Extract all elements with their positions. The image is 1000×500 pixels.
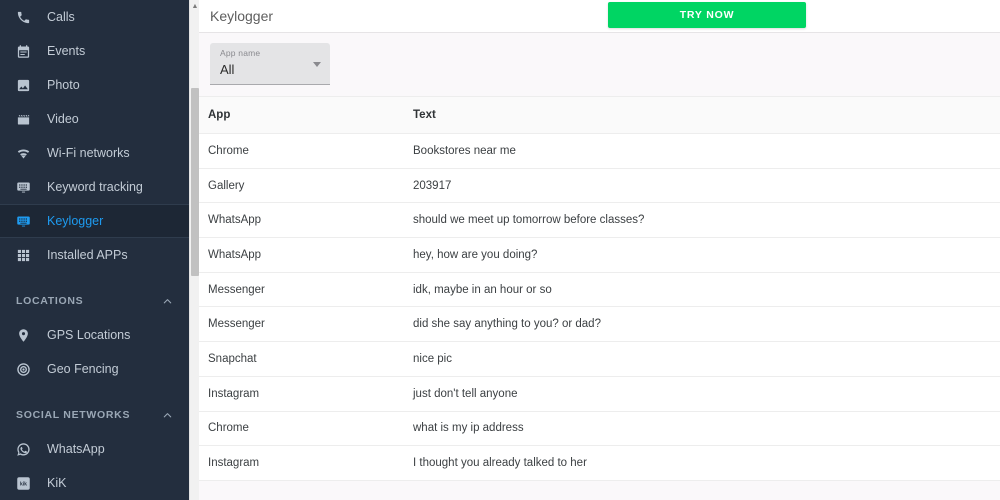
cell-app: Messenger: [208, 283, 265, 296]
grid-apps-icon: [8, 248, 38, 263]
whatsapp-icon: [8, 442, 38, 457]
sidebar-item-label: GPS Locations: [47, 328, 131, 342]
video-icon: [8, 112, 38, 127]
sidebar-item-label: Wi-Fi networks: [47, 146, 130, 160]
table-row[interactable]: Chrome Bookstores near me: [189, 134, 1000, 169]
cell-app: Gallery: [208, 179, 245, 192]
sidebar-item-label: Photo: [47, 78, 80, 92]
filter-bar: App name All: [189, 33, 1000, 96]
sidebar-item-label: Keylogger: [47, 214, 104, 228]
cell-app: WhatsApp: [208, 248, 262, 261]
sidebar-item-keylogger[interactable]: Keylogger: [0, 204, 189, 238]
keyboard-icon: [8, 214, 38, 229]
try-now-button[interactable]: TRY NOW: [608, 2, 806, 28]
sidebar: Calls Events Photo Video Wi-Fi networks Keywo…: [0, 0, 189, 500]
cell-app: Instagram: [208, 457, 260, 470]
app-name-select[interactable]: App name All: [210, 43, 330, 85]
cell-text: I thought you already talked to her: [413, 457, 587, 470]
table-row[interactable]: Snapchat nice pic: [189, 342, 1000, 377]
app-name-select-label: App name: [220, 48, 261, 58]
cell-app: Chrome: [208, 422, 249, 435]
sidebar-item-gps-locations[interactable]: GPS Locations: [0, 318, 189, 352]
cell-app: Chrome: [208, 144, 249, 157]
sidebar-item-geo-fencing[interactable]: Geo Fencing: [0, 352, 189, 386]
chevron-up-icon[interactable]: [162, 410, 173, 421]
cell-app: Snapchat: [208, 352, 257, 365]
page-title: Keylogger: [210, 8, 274, 24]
table-row[interactable]: Gallery 203917: [189, 168, 1000, 204]
sidebar-item-label: Installed APPs: [47, 248, 128, 262]
sidebar-item-keyword-tracking[interactable]: Keyword tracking: [0, 170, 189, 204]
table-row[interactable]: Instagram just don't tell anyone: [189, 376, 1000, 412]
calendar-icon: [8, 44, 38, 59]
sidebar-item-label: Events: [47, 44, 86, 58]
keylogger-dashboard: Calls Events Photo Video Wi-Fi networks Keywo…: [0, 0, 1000, 500]
kik-icon: kik: [8, 476, 38, 491]
sidebar-section-social-networks[interactable]: SOCIAL NETWORKS: [0, 398, 189, 432]
chevron-up-icon[interactable]: [162, 296, 173, 307]
phone-icon: [8, 10, 38, 25]
sidebar-scrollbar[interactable]: ▲: [189, 0, 199, 500]
top-bar: Keylogger TRY NOW: [189, 0, 1000, 33]
cell-text: 203917: [413, 179, 452, 192]
sidebar-item-label: Video: [47, 112, 79, 126]
sidebar-section-title: LOCATIONS: [16, 295, 84, 307]
sidebar-item-label: Geo Fencing: [47, 362, 119, 376]
target-icon: [8, 362, 38, 377]
cell-app: WhatsApp: [208, 214, 262, 227]
cell-text: should we meet up tomorrow before classe…: [413, 214, 645, 227]
cell-text: did she say anything to you? or dad?: [413, 318, 601, 331]
app-name-select-value: All: [220, 62, 235, 77]
cell-text: just don't tell anyone: [413, 387, 518, 400]
table-header-row: App Text: [189, 96, 1000, 134]
table-row[interactable]: Instagram I thought you already talked to…: [189, 446, 1000, 481]
cell-text: nice pic: [413, 352, 452, 365]
sidebar-item-kik[interactable]: kik KiK: [0, 466, 189, 500]
keylogger-table: App Text Chrome Bookstores near me Gallery…: [189, 96, 1000, 481]
sidebar-section-title: SOCIAL NETWORKS: [16, 409, 131, 421]
cell-text: Bookstores near me: [413, 144, 516, 157]
svg-text:kik: kik: [20, 481, 27, 487]
sidebar-item-video[interactable]: Video: [0, 102, 189, 136]
sidebar-item-label: Keyword tracking: [47, 180, 143, 194]
scrollbar-up-arrow-icon[interactable]: ▲: [190, 0, 200, 12]
sidebar-item-events[interactable]: Events: [0, 34, 189, 68]
sidebar-section-locations[interactable]: LOCATIONS: [0, 284, 189, 318]
sidebar-item-label: WhatsApp: [47, 442, 105, 456]
sidebar-item-installed-apps[interactable]: Installed APPs: [0, 238, 189, 272]
sidebar-item-label: KiK: [47, 476, 67, 490]
caret-down-icon[interactable]: [313, 62, 321, 67]
cell-text: hey, how are you doing?: [413, 248, 538, 261]
column-header-app: App: [208, 109, 231, 121]
table-row[interactable]: Chrome what is my ip address: [189, 411, 1000, 447]
wifi-icon: [8, 146, 38, 161]
column-header-text: Text: [413, 109, 436, 121]
sidebar-item-wi-fi-networks[interactable]: Wi-Fi networks: [0, 136, 189, 170]
scrollbar-thumb[interactable]: [191, 88, 199, 276]
sidebar-item-photo[interactable]: Photo: [0, 68, 189, 102]
cell-text: what is my ip address: [413, 422, 524, 435]
table-row[interactable]: WhatsApp hey, how are you doing?: [189, 238, 1000, 273]
cell-app: Messenger: [208, 318, 265, 331]
cell-text: idk, maybe in an hour or so: [413, 283, 552, 296]
sidebar-item-label: Calls: [47, 10, 75, 24]
table-row[interactable]: Messenger idk, maybe in an hour or so: [189, 272, 1000, 308]
keyboard-icon: [8, 180, 38, 195]
photo-icon: [8, 78, 38, 93]
cell-app: Instagram: [208, 387, 260, 400]
main-content: Keylogger TRY NOW App name All App Text …: [189, 0, 1000, 500]
table-row[interactable]: WhatsApp should we meet up tomorrow befor…: [189, 203, 1000, 239]
table-row[interactable]: Messenger did she say anything to you? or…: [189, 307, 1000, 343]
sidebar-item-whatsapp[interactable]: WhatsApp: [0, 432, 189, 466]
map-pin-icon: [8, 328, 38, 343]
sidebar-item-calls[interactable]: Calls: [0, 0, 189, 34]
